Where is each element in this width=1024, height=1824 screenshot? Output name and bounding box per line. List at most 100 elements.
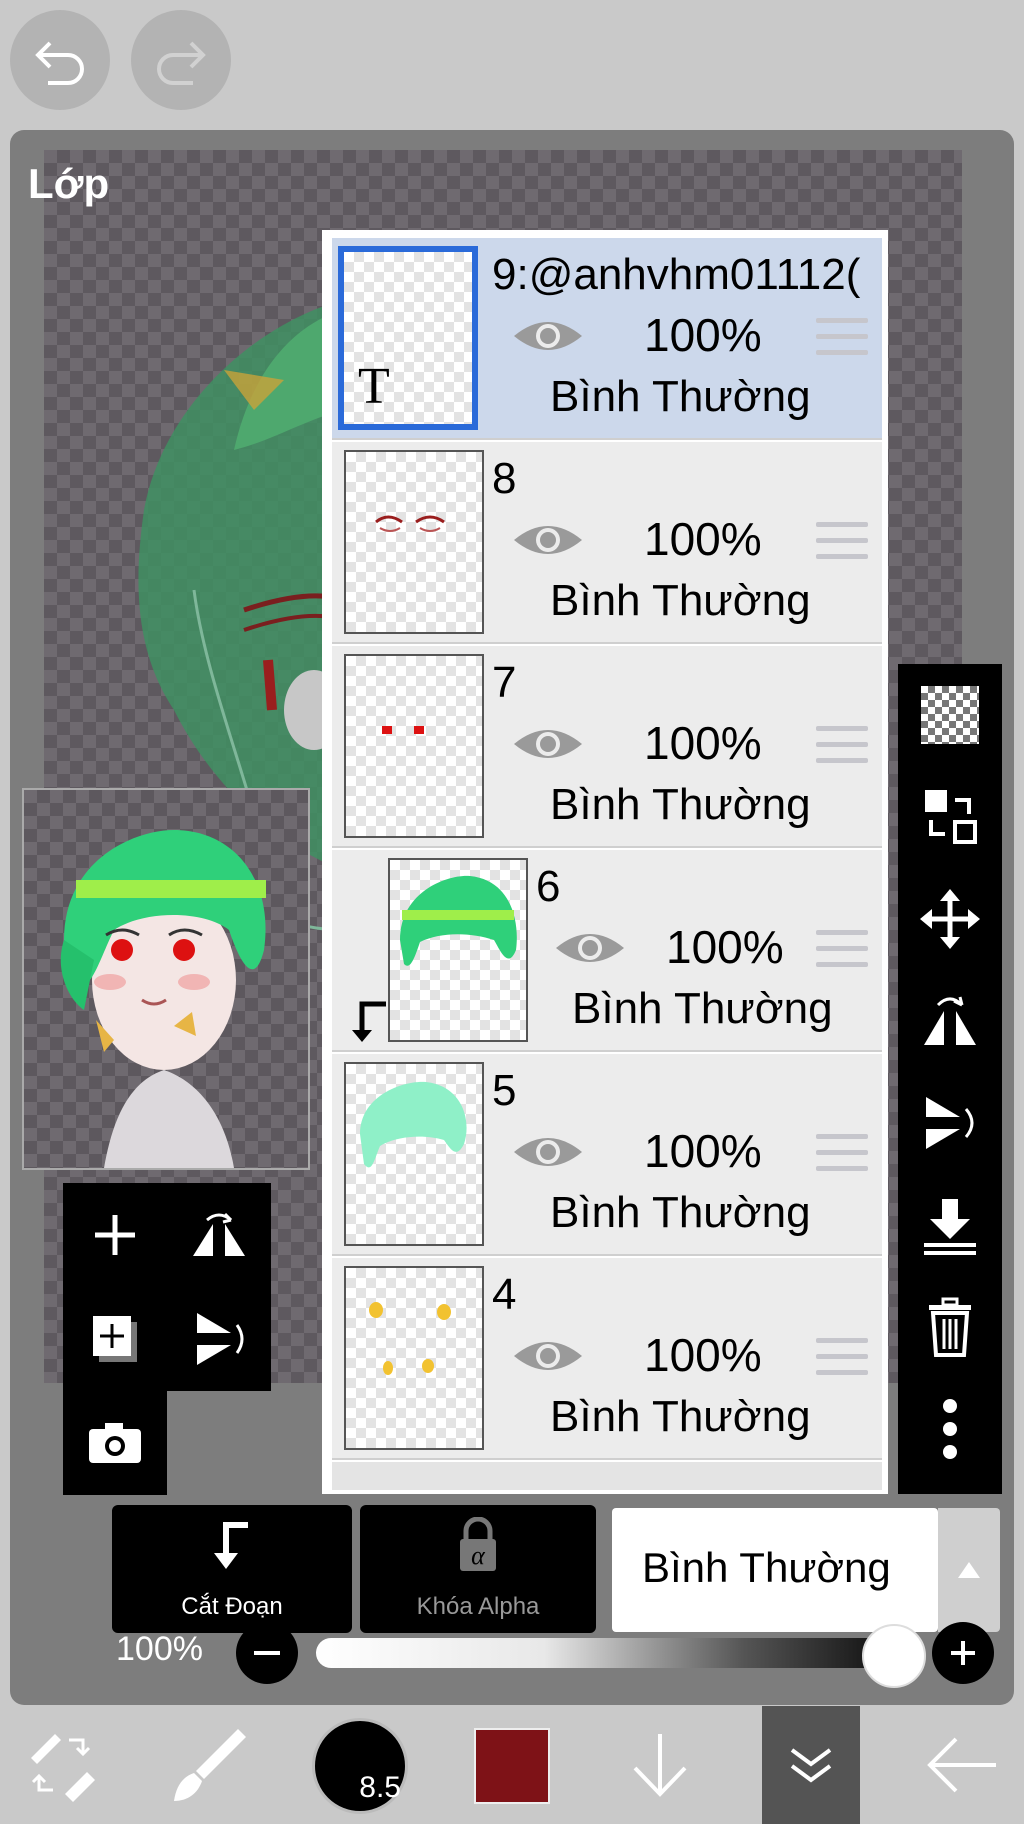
layer-blend-mode: Bình Thường — [550, 576, 811, 625]
layer-name: 8 — [492, 454, 517, 503]
opacity-slider-handle[interactable] — [862, 1624, 926, 1688]
duplicate-icon — [93, 1316, 137, 1362]
layer-thumbnail — [344, 450, 484, 634]
drag-handle-icon[interactable] — [816, 318, 868, 358]
arrow-left-icon — [927, 1737, 996, 1793]
drag-handle-icon[interactable] — [816, 930, 868, 970]
checkerboard-icon — [921, 686, 979, 744]
layer-blend-mode: Bình Thường — [550, 780, 811, 829]
alpha-lock-label: Khóa Alpha — [416, 1593, 540, 1620]
collapse-button[interactable] — [762, 1706, 860, 1824]
color-swatch[interactable] — [474, 1728, 550, 1804]
alpha-lock-button[interactable]: α Khóa Alpha — [360, 1505, 596, 1633]
move-icon — [920, 889, 980, 949]
drag-handle-icon[interactable] — [816, 1338, 868, 1378]
tool-switch-button[interactable] — [18, 1706, 106, 1824]
preview-artwork — [60, 830, 266, 1168]
layer-thumbnail — [344, 1062, 484, 1246]
flip-horizontal-tool[interactable] — [898, 970, 1002, 1072]
layer-blend-mode: Bình Thường — [550, 372, 811, 421]
layer-blend-mode: Bình Thường — [550, 1188, 811, 1237]
double-chevron-down-icon — [790, 1748, 832, 1783]
canvas-preview[interactable] — [22, 788, 310, 1170]
layer-name: 6 — [536, 862, 561, 911]
opacity-increase-button[interactable] — [932, 1622, 994, 1684]
back-button[interactable] — [912, 1706, 1012, 1824]
clip-arrow-icon — [214, 1522, 248, 1569]
add-layer-button[interactable] — [63, 1183, 167, 1287]
flip-vertical-icon — [926, 1097, 974, 1149]
clipping-button[interactable]: Cắt Đoạn — [112, 1505, 352, 1633]
brush-eraser-switch-icon — [31, 1734, 95, 1802]
layer-row[interactable]: 6 100% Bình Thường — [332, 850, 882, 1052]
visibility-eye-icon[interactable] — [512, 1334, 584, 1378]
flip-horizontal-button[interactable] — [167, 1183, 271, 1287]
layer-blend-mode: Bình Thường — [572, 984, 833, 1033]
opacity-slider[interactable] — [316, 1638, 886, 1668]
move-button[interactable] — [898, 868, 1002, 970]
layer-row[interactable]: 4 100% Bình Thường — [332, 1258, 882, 1460]
layer-opacity: 100% — [644, 1329, 762, 1381]
plus-icon — [951, 1641, 975, 1665]
drag-handle-icon[interactable] — [816, 726, 868, 766]
layer-name: 7 — [492, 658, 517, 707]
more-options-button[interactable] — [898, 1378, 1002, 1480]
arrow-down-icon — [633, 1734, 687, 1797]
layer-row[interactable]: 8 100% Bình Thường — [332, 442, 882, 644]
swap-layer-button[interactable] — [898, 766, 1002, 868]
layer-thumbnail — [344, 654, 484, 838]
delete-layer-button[interactable] — [898, 1276, 1002, 1378]
trash-icon — [929, 1297, 971, 1357]
drag-handle-icon[interactable] — [816, 1134, 868, 1174]
redo-button[interactable] — [131, 10, 231, 110]
layer-row[interactable] — [332, 1462, 882, 1490]
duplicate-layer-button[interactable] — [63, 1287, 167, 1391]
drag-handle-icon[interactable] — [816, 522, 868, 562]
brush-tool-button[interactable] — [160, 1706, 260, 1824]
layer-row[interactable]: 5 100% Bình Thường — [332, 1054, 882, 1256]
flip-vertical-button[interactable] — [167, 1287, 271, 1391]
swap-icon — [925, 790, 977, 844]
panel-title: Lớp — [28, 160, 110, 207]
visibility-eye-icon[interactable] — [512, 1130, 584, 1174]
camera-button[interactable] — [63, 1391, 167, 1495]
clip-arrow-icon — [352, 1001, 386, 1042]
layer-blend-mode: Bình Thường — [550, 1392, 811, 1441]
layer-name: 4 — [492, 1270, 517, 1319]
transparency-button[interactable] — [898, 664, 1002, 766]
brush-icon — [174, 1729, 246, 1801]
layer-thumbnail — [388, 858, 528, 1042]
layer-name: 9:@anhvhm01112( — [492, 250, 861, 299]
visibility-eye-icon[interactable] — [554, 926, 626, 970]
more-vertical-icon — [943, 1399, 957, 1459]
flip-vertical-tool[interactable] — [898, 1072, 1002, 1174]
layer-opacity: 100% — [644, 309, 762, 361]
merge-down-button[interactable] — [898, 1174, 1002, 1276]
blend-mode-value: Bình Thường — [642, 1544, 891, 1591]
layer-list[interactable]: T 9:@anhvhm01112( 100% Bình Thường 8 100… — [322, 230, 888, 1494]
blend-mode-select[interactable]: Bình Thường — [612, 1508, 938, 1632]
layer-row[interactable]: 7 100% Bình Thường — [332, 646, 882, 848]
layer-opacity: 100% — [644, 717, 762, 769]
layer-name: 5 — [492, 1066, 517, 1115]
layer-down-button[interactable] — [610, 1706, 710, 1824]
opacity-decrease-button[interactable] — [236, 1622, 298, 1684]
flip-horizontal-icon — [924, 996, 976, 1045]
visibility-eye-icon[interactable] — [512, 314, 584, 358]
brush-size-value: 8.5 — [359, 1771, 401, 1804]
blend-mode-dropdown-button[interactable] — [938, 1508, 1000, 1632]
layer-opacity: 100% — [644, 1125, 762, 1177]
layer-opacity: 100% — [666, 921, 784, 973]
visibility-eye-icon[interactable] — [512, 722, 584, 766]
undo-button[interactable] — [10, 10, 110, 110]
layer-row[interactable]: T 9:@anhvhm01112( 100% Bình Thường — [332, 238, 882, 440]
opacity-value: 100% — [116, 1630, 203, 1668]
redo-icon — [157, 41, 206, 85]
svg-text:α: α — [471, 1541, 486, 1570]
plus-icon — [95, 1215, 135, 1255]
visibility-eye-icon[interactable] — [512, 518, 584, 562]
brush-size-button[interactable]: 8.5 — [312, 1718, 408, 1814]
camera-icon — [89, 1423, 141, 1463]
triangle-up-icon — [958, 1562, 980, 1578]
lock-icon: α — [460, 1517, 496, 1571]
